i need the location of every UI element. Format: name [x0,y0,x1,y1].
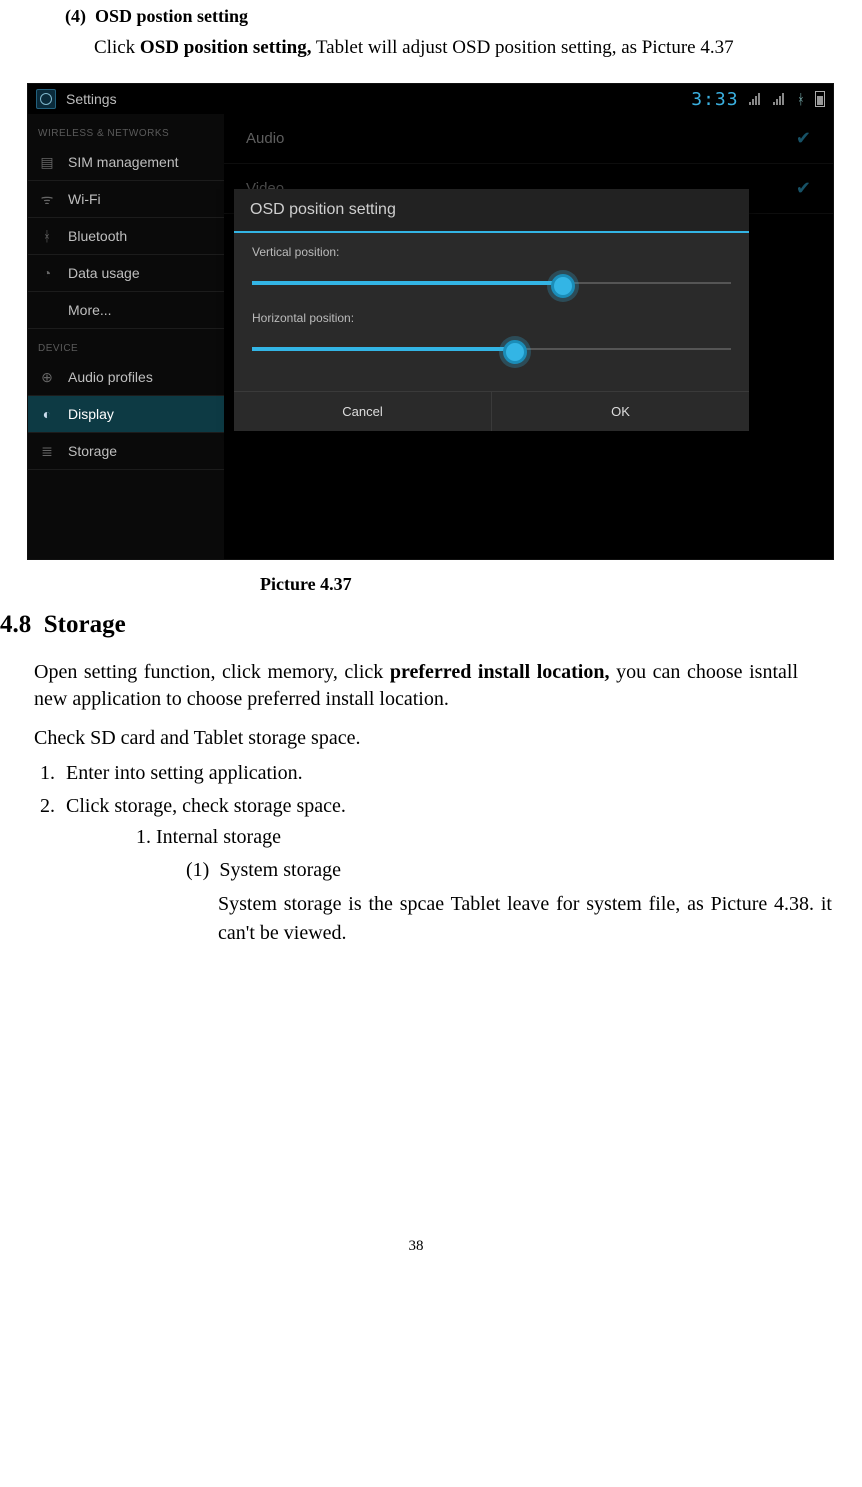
bluetooth-icon: ᚼ [38,229,56,243]
settings-title: Settings [66,91,117,107]
data-icon: ◔ [38,266,56,280]
status-bar: Settings 3:33 ᚼ [28,84,833,114]
audio-icon: ⊕ [38,370,56,384]
vertical-progress [252,281,563,285]
subsection-heading: (4) OSD postion setting [65,6,832,27]
display-icon: ◐ [38,407,56,421]
list-item: Internal storage (1) System storage Syst… [156,826,832,948]
signal-icon [773,93,787,105]
section-heading: 4.8 Storage [0,611,832,639]
clock-icon: 3:33 [691,89,738,110]
bluetooth-icon: ᚼ [797,91,805,107]
horizontal-label: Horizontal position: [252,311,731,325]
horizontal-progress [252,347,515,351]
wifi-icon: ᯤ [38,192,56,206]
slider-thumb[interactable] [551,274,575,298]
subsection-number: (4) [65,6,86,26]
signal-icon [749,93,763,105]
sidebar-category: WIRELESS & NETWORKS [28,114,224,144]
inner-list: Internal storage (1) System storage Syst… [156,826,832,948]
sidebar-item-storage[interactable]: ≣Storage [28,433,224,470]
sidebar-item-more[interactable]: More... [28,292,224,329]
settings-sidebar: WIRELESS & NETWORKS ▤SIM management ᯤWi-… [28,114,224,559]
more-icon [38,303,56,317]
vertical-slider[interactable] [252,271,731,295]
list-item: Enter into setting application. [60,762,832,785]
sidebar-item-data[interactable]: ◔Data usage [28,255,224,292]
sidebar-item-sim[interactable]: ▤SIM management [28,144,224,181]
subsection-title: OSD postion setting [95,6,248,26]
sidebar-item-bluetooth[interactable]: ᚼBluetooth [28,218,224,255]
sidebar-category: DEVICE [28,329,224,359]
settings-app-icon [36,89,56,109]
check-sd-paragraph: Check SD card and Tablet storage space. [34,727,798,750]
section-number: 4.8 [0,611,31,638]
paren-item: (1) System storage System storage is the… [186,859,832,948]
list-item: Click storage, check storage space. Inte… [60,795,832,948]
paren-body: System storage is the spcae Tablet leave… [218,890,832,948]
screenshot-figure: Settings 3:33 ᚼ WIRELESS & NETWORKS ▤SIM… [27,83,832,560]
dialog-title: OSD position setting [234,189,749,233]
sidebar-item-audio[interactable]: ⊕Audio profiles [28,359,224,396]
steps-list: Enter into setting application. Click st… [60,762,832,948]
paren-title: System storage [219,859,341,881]
battery-icon [815,91,825,107]
section-title: Storage [44,611,126,638]
sim-icon: ▤ [38,155,56,169]
vertical-label: Vertical position: [252,245,731,259]
storage-paragraph: Open setting function, click memory, cli… [34,659,798,713]
ok-button[interactable]: OK [491,392,749,431]
storage-icon: ≣ [38,444,56,458]
osd-click-paragraph: Click OSD position setting, Tablet will … [94,37,832,59]
cancel-button[interactable]: Cancel [234,392,491,431]
slider-thumb[interactable] [503,340,527,364]
figure-caption: Picture 4.37 [260,574,832,595]
osd-dialog: OSD position setting Vertical position: … [234,189,749,431]
tablet-screenshot: Settings 3:33 ᚼ WIRELESS & NETWORKS ▤SIM… [27,83,834,560]
sidebar-item-wifi[interactable]: ᯤWi-Fi [28,181,224,218]
page-number: 38 [0,1238,832,1255]
paren-number: (1) [186,859,209,881]
horizontal-slider[interactable] [252,337,731,361]
sidebar-item-display[interactable]: ◐Display [28,396,224,433]
